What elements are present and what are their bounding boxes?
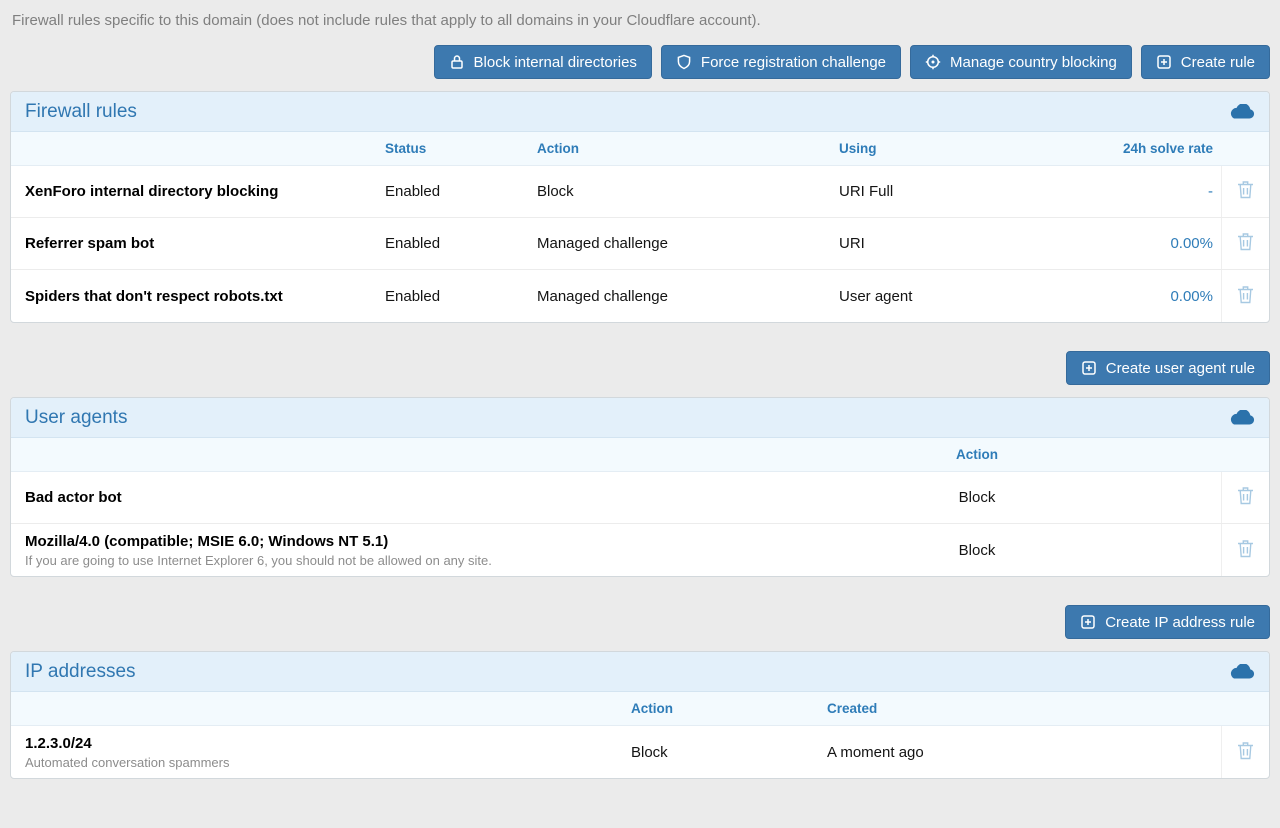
rule-status: Enabled — [385, 227, 537, 260]
lock-icon — [449, 54, 465, 70]
rule-action: Managed challenge — [537, 280, 839, 313]
column-header-action: Action — [537, 133, 839, 164]
rule-action: Block — [741, 481, 1221, 514]
column-header-delete — [1221, 141, 1269, 157]
user-agent-name: Mozilla/4.0 (compatible; MSIE 6.0; Windo… — [25, 533, 733, 550]
column-header-solve-rate: 24h solve rate — [1051, 133, 1221, 164]
firewall-rules-panel-header: Firewall rules — [11, 92, 1269, 132]
plus-square-icon — [1081, 360, 1097, 376]
column-header-created: Created — [827, 693, 1221, 724]
target-globe-icon — [925, 54, 941, 70]
delete-rule-button[interactable] — [1221, 166, 1269, 217]
rule-using: URI — [839, 227, 1051, 260]
table-row: Spiders that don't respect robots.txt En… — [11, 270, 1269, 322]
column-header-name — [25, 141, 385, 157]
column-header-delete — [1221, 447, 1269, 463]
user-agents-toolbar: Create user agent rule — [10, 351, 1270, 385]
user-agent-description: If you are going to use Internet Explore… — [25, 553, 733, 568]
button-label: Create rule — [1181, 54, 1255, 71]
panel-title: Firewall rules — [25, 101, 137, 123]
rule-action: Managed challenge — [537, 227, 839, 260]
user-agents-table-header: Action — [11, 438, 1269, 472]
delete-rule-button[interactable] — [1221, 218, 1269, 269]
rule-name: Spiders that don't respect robots.txt — [25, 280, 385, 313]
plus-square-icon — [1156, 54, 1172, 70]
firewall-rules-table-header: Status Action Using 24h solve rate — [11, 132, 1269, 166]
cloudflare-cloud-icon — [1229, 104, 1255, 119]
column-header-action: Action — [741, 439, 1221, 470]
rule-solve-rate: - — [1051, 175, 1221, 208]
create-user-agent-rule-button[interactable]: Create user agent rule — [1066, 351, 1270, 385]
user-agent-name: Bad actor bot — [25, 489, 733, 506]
manage-country-blocking-button[interactable]: Manage country blocking — [910, 45, 1132, 79]
ip-addresses-panel-header: IP addresses — [11, 652, 1269, 692]
ip-addresses-toolbar: Create IP address rule — [10, 605, 1270, 639]
panel-title: IP addresses — [25, 661, 136, 683]
column-header-name — [25, 447, 741, 463]
rule-using: URI Full — [839, 175, 1051, 208]
button-label: Create IP address rule — [1105, 614, 1255, 631]
delete-rule-button[interactable] — [1221, 726, 1269, 778]
column-header-name — [25, 701, 631, 717]
trash-icon — [1237, 486, 1254, 509]
create-ip-address-rule-button[interactable]: Create IP address rule — [1065, 605, 1270, 639]
force-registration-challenge-button[interactable]: Force registration challenge — [661, 45, 901, 79]
firewall-rules-panel: Firewall rules Status Action Using 24h s… — [10, 91, 1270, 323]
column-header-delete — [1221, 701, 1269, 717]
cloudflare-cloud-icon — [1229, 410, 1255, 425]
trash-icon — [1237, 539, 1254, 562]
rule-action: Block — [741, 534, 1221, 567]
block-internal-directories-button[interactable]: Block internal directories — [434, 45, 652, 79]
page-description: Firewall rules specific to this domain (… — [10, 10, 1270, 29]
rule-solve-rate: 0.00% — [1051, 227, 1221, 260]
button-label: Block internal directories — [474, 54, 637, 71]
column-header-status: Status — [385, 133, 537, 164]
rule-solve-rate: 0.00% — [1051, 280, 1221, 313]
ip-addresses-panel: IP addresses Action Created 1.2.3.0/24 A… — [10, 651, 1270, 779]
create-rule-button[interactable]: Create rule — [1141, 45, 1270, 79]
ip-address-name: 1.2.3.0/24 — [25, 735, 623, 752]
delete-rule-button[interactable] — [1221, 472, 1269, 523]
table-row: XenForo internal directory blocking Enab… — [11, 166, 1269, 218]
button-label: Manage country blocking — [950, 54, 1117, 71]
rule-created: A moment ago — [827, 736, 1221, 769]
table-row: 1.2.3.0/24 Automated conversation spamme… — [11, 726, 1269, 778]
user-agents-panel-header: User agents — [11, 398, 1269, 438]
cloudflare-cloud-icon — [1229, 664, 1255, 679]
column-header-using: Using — [839, 133, 1051, 164]
panel-title: User agents — [25, 407, 127, 429]
trash-icon — [1237, 180, 1254, 203]
rule-action: Block — [631, 736, 827, 769]
delete-rule-button[interactable] — [1221, 270, 1269, 322]
shield-icon — [676, 54, 692, 70]
ip-address-description: Automated conversation spammers — [25, 755, 623, 770]
ip-addresses-table-header: Action Created — [11, 692, 1269, 726]
plus-square-icon — [1080, 614, 1096, 630]
table-row: Referrer spam bot Enabled Managed challe… — [11, 218, 1269, 270]
trash-icon — [1237, 741, 1254, 764]
table-row: Mozilla/4.0 (compatible; MSIE 6.0; Windo… — [11, 524, 1269, 576]
rule-name: Referrer spam bot — [25, 227, 385, 260]
rule-status: Enabled — [385, 175, 537, 208]
delete-rule-button[interactable] — [1221, 524, 1269, 576]
trash-icon — [1237, 232, 1254, 255]
rule-status: Enabled — [385, 280, 537, 313]
rule-action: Block — [537, 175, 839, 208]
user-agents-panel: User agents Action Bad actor bot Block M… — [10, 397, 1270, 577]
button-label: Create user agent rule — [1106, 360, 1255, 377]
rule-using: User agent — [839, 280, 1051, 313]
trash-icon — [1237, 285, 1254, 308]
table-row: Bad actor bot Block — [11, 472, 1269, 524]
rule-name: XenForo internal directory blocking — [25, 175, 385, 208]
button-label: Force registration challenge — [701, 54, 886, 71]
column-header-action: Action — [631, 693, 827, 724]
top-toolbar: Block internal directories Force registr… — [10, 45, 1270, 79]
